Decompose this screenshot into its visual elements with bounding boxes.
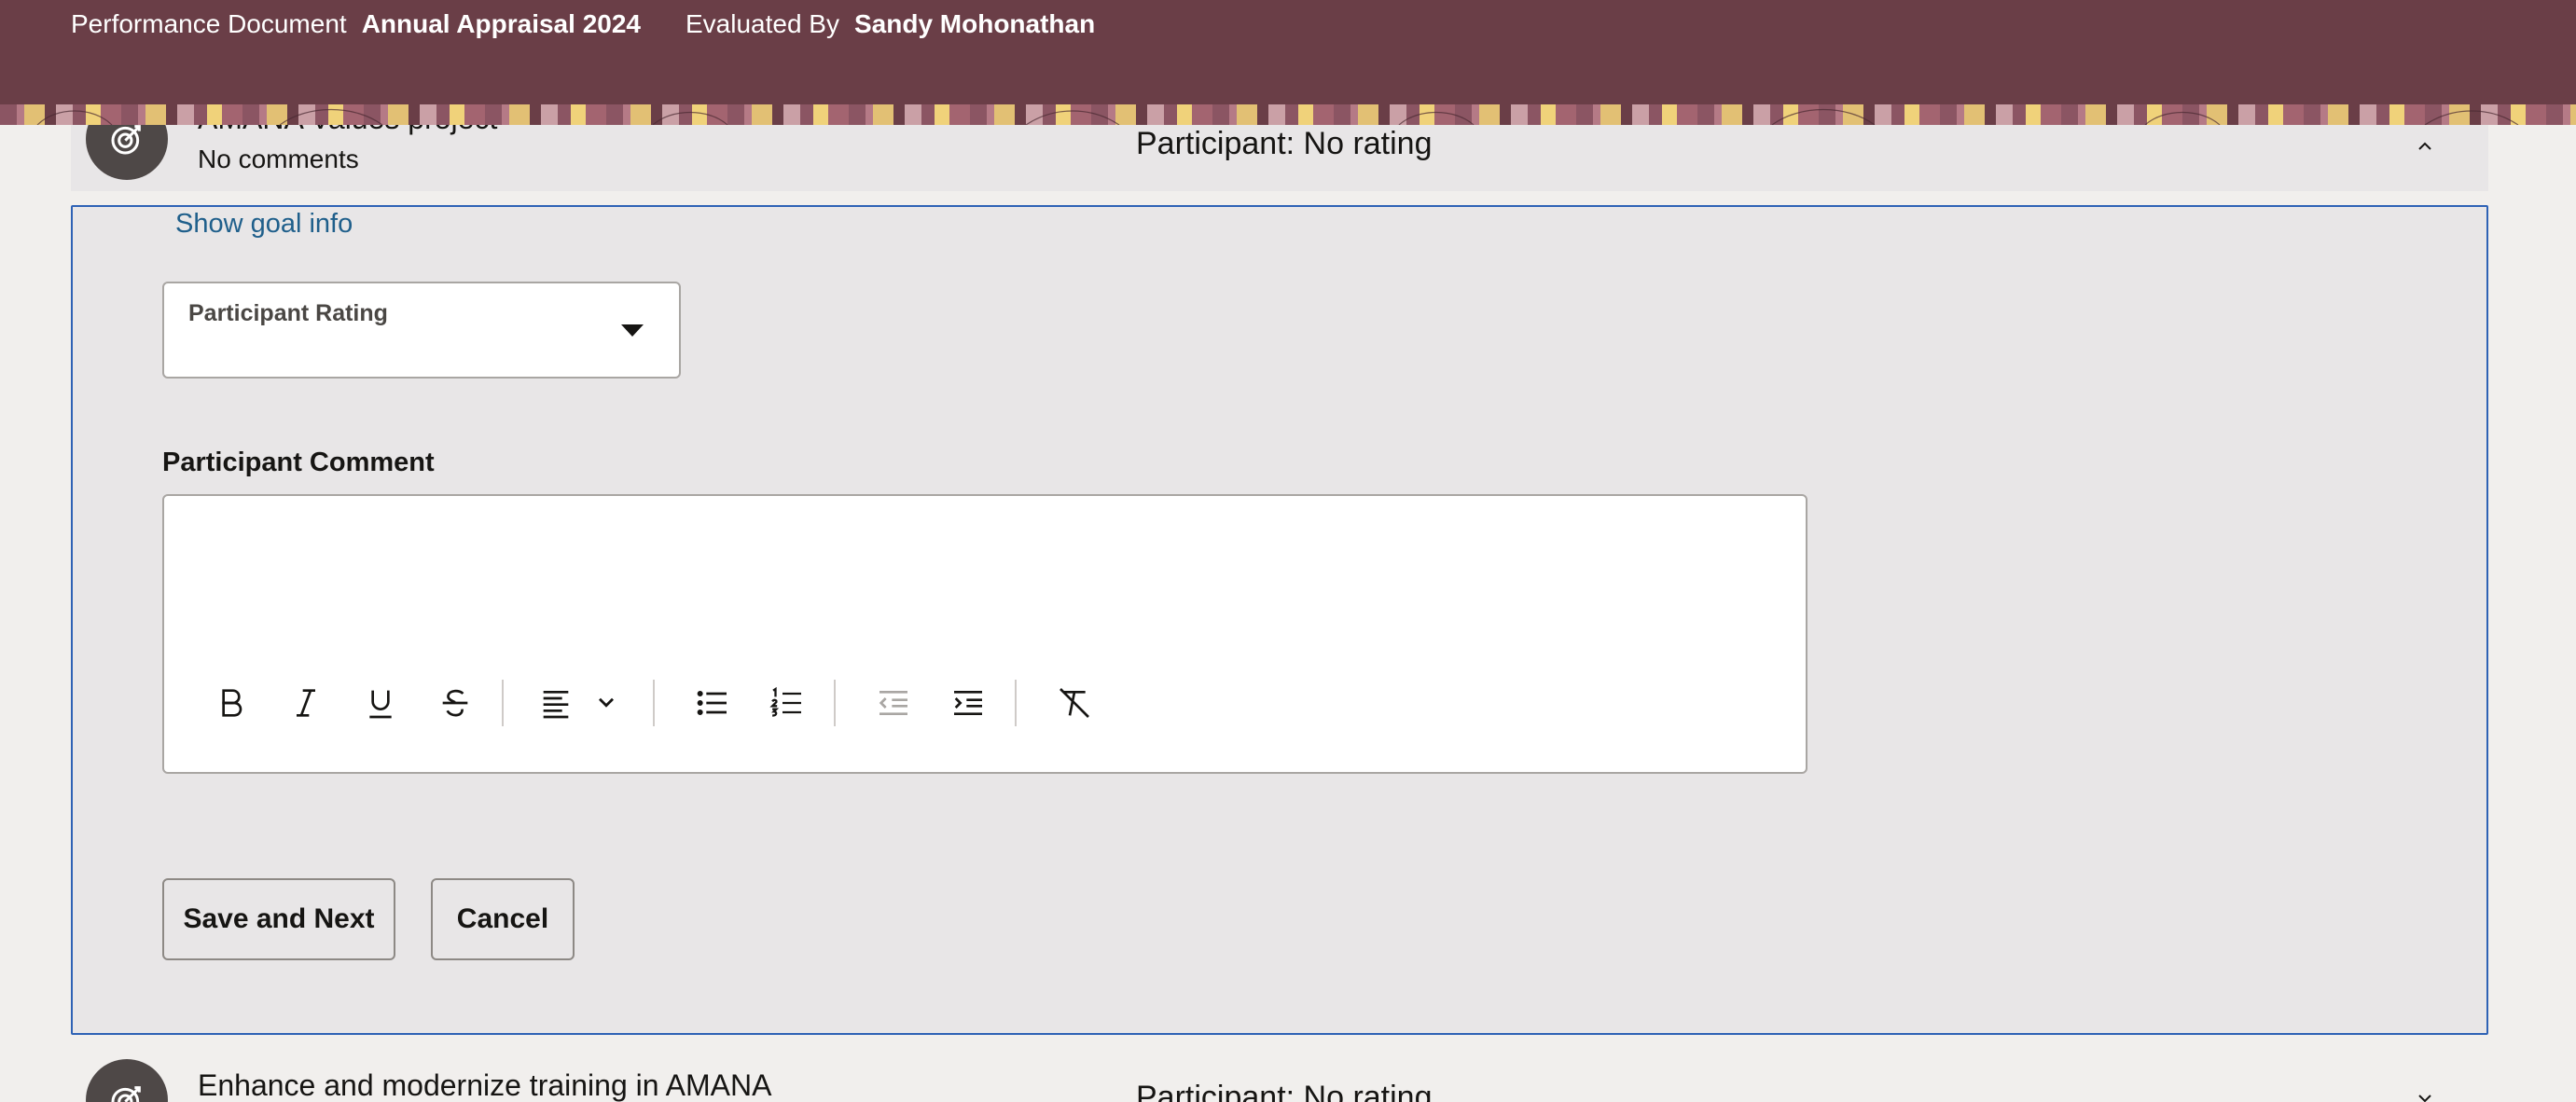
page-header: Performance Document Annual Appraisal 20…: [0, 0, 2576, 104]
dropdown-caret-icon: [621, 324, 644, 337]
numbered-list-icon[interactable]: [759, 675, 815, 731]
rich-text-toolbar: [203, 675, 1121, 731]
toolbar-divider: [834, 680, 836, 726]
evaluator-label: Evaluated By: [685, 9, 839, 38]
goal-avatar: [86, 1059, 168, 1102]
cancel-button[interactable]: Cancel: [431, 878, 575, 960]
participant-rating-select[interactable]: Participant Rating: [162, 282, 681, 379]
document-name: Annual Appraisal 2024: [361, 9, 641, 38]
header-decorative-pattern: [0, 104, 2576, 125]
clear-formatting-icon[interactable]: [1046, 675, 1102, 731]
show-goal-info-link[interactable]: Show goal info: [175, 209, 353, 240]
chevron-down-icon[interactable]: [2414, 1087, 2436, 1102]
goal-rating-status: Participant: No rating: [1136, 1080, 1433, 1102]
evaluator-name: Sandy Mohonathan: [853, 9, 1096, 38]
save-and-next-button[interactable]: Save and Next: [162, 878, 395, 960]
toolbar-divider: [502, 680, 504, 726]
outdent-icon[interactable]: [866, 675, 921, 731]
strikethrough-icon[interactable]: [427, 675, 483, 731]
toolbar-divider: [653, 680, 655, 726]
target-icon: [111, 1086, 141, 1102]
chevron-up-icon[interactable]: [2414, 135, 2436, 158]
goal-comments-status: No comments: [198, 145, 359, 173]
italic-icon[interactable]: [278, 675, 334, 731]
goal-edit-panel: Show goal info Participant Rating Partic…: [71, 205, 2488, 1035]
target-icon: [111, 125, 141, 155]
participant-comment-editor: [162, 494, 1807, 774]
document-label: Performance Document: [71, 9, 347, 38]
goal-title: Enhance and modernize training in AMANA: [198, 1068, 772, 1102]
comment-text-area[interactable]: [164, 496, 1806, 664]
toolbar-divider: [1015, 680, 1017, 726]
bold-icon[interactable]: [203, 675, 259, 731]
align-left-icon[interactable]: [533, 675, 578, 731]
goal-row-training[interactable]: Enhance and modernize training in AMANA …: [71, 1037, 2488, 1102]
goal-rating-status: Participant: No rating: [1136, 126, 1433, 161]
underline-icon[interactable]: [353, 675, 409, 731]
document-info: Performance Document Annual Appraisal 20…: [71, 9, 1095, 39]
indent-icon[interactable]: [940, 675, 996, 731]
participant-rating-label: Participant Rating: [188, 300, 388, 326]
participant-comment-label: Participant Comment: [162, 448, 435, 477]
bullet-list-icon[interactable]: [685, 675, 741, 731]
chevron-down-icon[interactable]: [578, 675, 634, 731]
